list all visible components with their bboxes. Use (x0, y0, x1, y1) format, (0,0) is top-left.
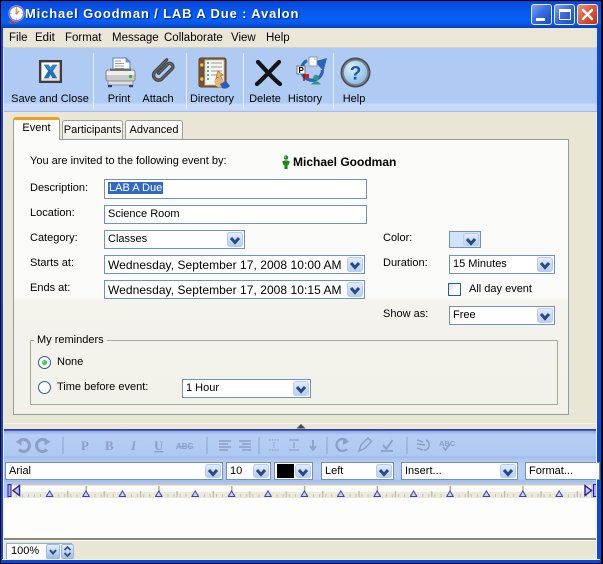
svg-text:P: P (81, 438, 89, 453)
svg-text:?: ? (350, 64, 362, 85)
svg-text:U: U (154, 438, 164, 453)
svg-text:ABC: ABC (176, 442, 194, 451)
svg-text:P: P (299, 66, 305, 75)
svg-text:B: B (105, 438, 114, 453)
svg-text:I: I (130, 438, 137, 453)
